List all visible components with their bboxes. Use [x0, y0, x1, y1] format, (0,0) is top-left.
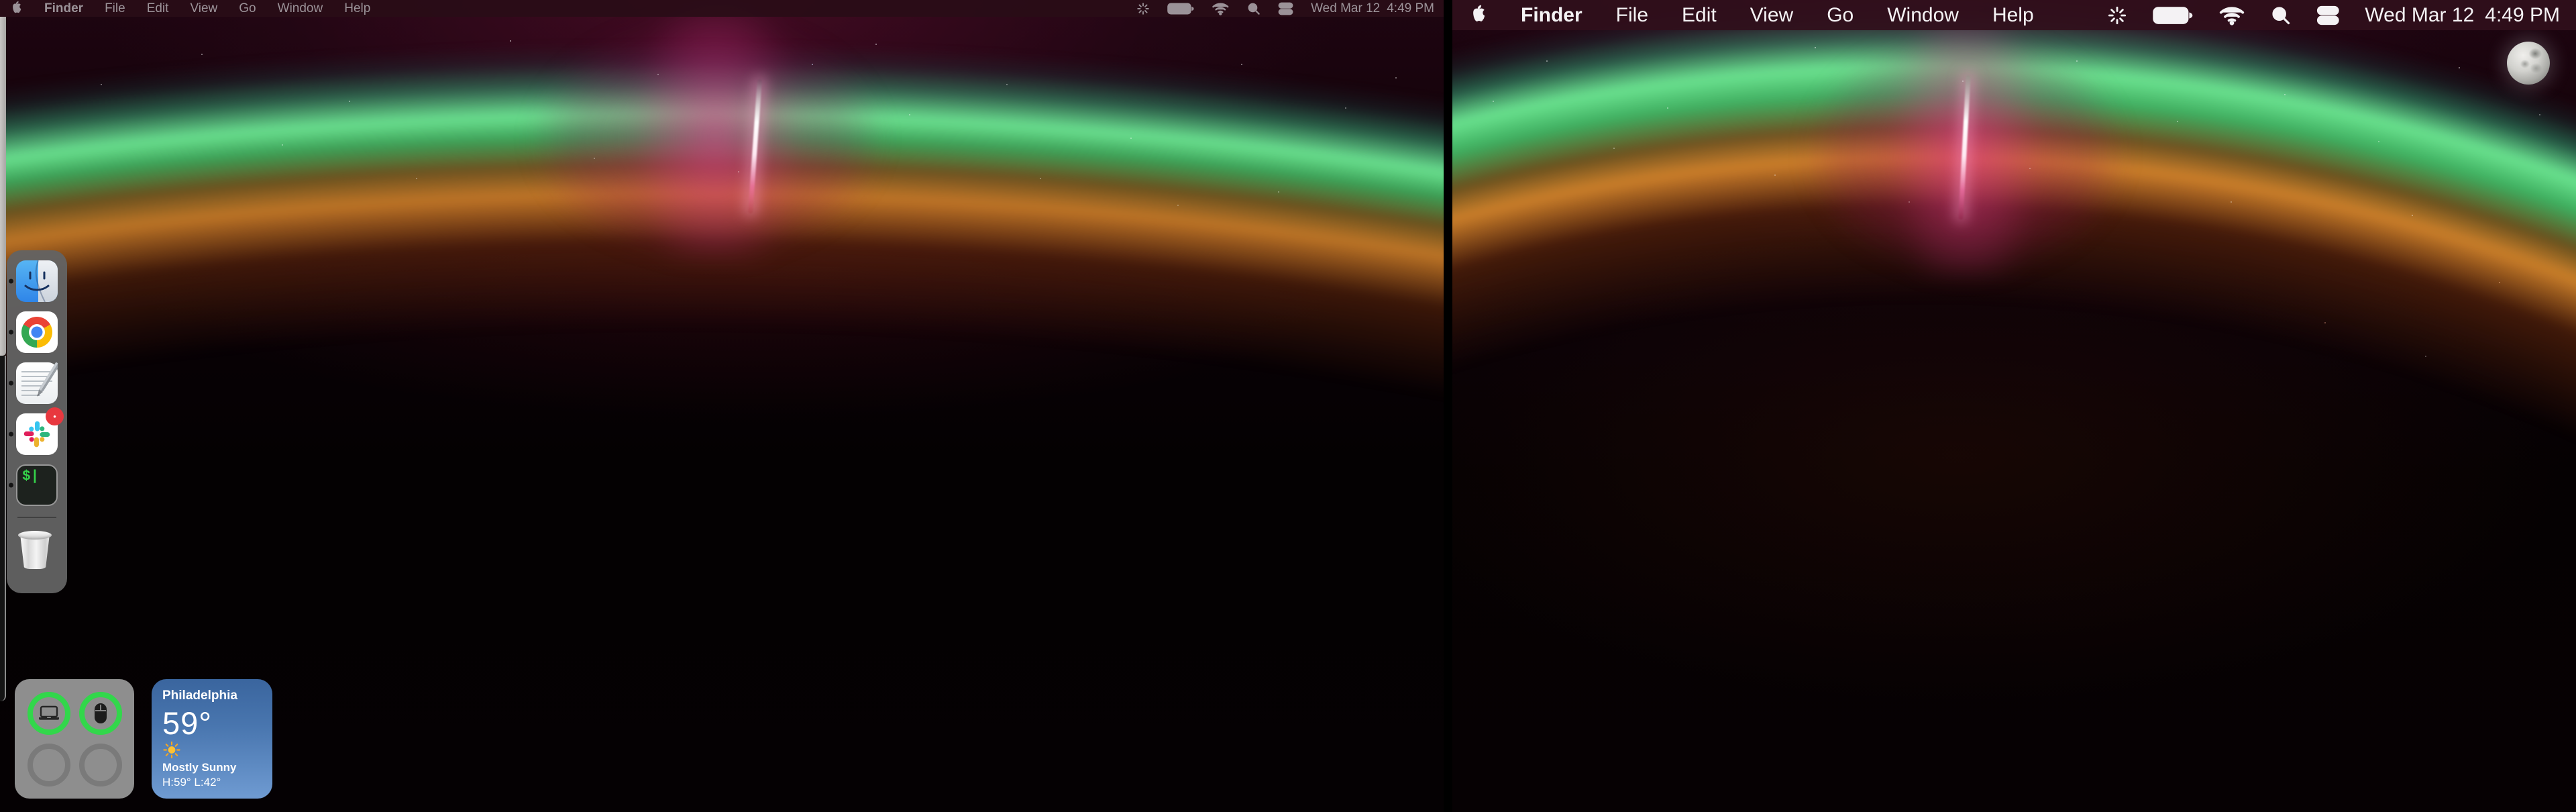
- menu-help[interactable]: Help: [1992, 4, 2034, 27]
- dock-separator: [17, 517, 56, 518]
- trash-icon: [16, 529, 54, 570]
- menu-file[interactable]: File: [1616, 4, 1648, 27]
- menu-bar-clock[interactable]: Wed Mar 12 4:49 PM: [1311, 1, 1434, 16]
- dock-item-trash[interactable]: [16, 529, 58, 570]
- batteries-widget[interactable]: [15, 679, 134, 799]
- clock-time: 4:49 PM: [2485, 4, 2560, 27]
- laptop-icon: [38, 705, 60, 721]
- menu-file[interactable]: File: [105, 1, 125, 16]
- terminal-prompt: $|: [22, 469, 39, 485]
- weather-condition: Mostly Sunny: [162, 761, 262, 774]
- menu-window[interactable]: Window: [1887, 4, 1959, 27]
- menu-edit[interactable]: Edit: [147, 1, 169, 16]
- chrome-icon: [16, 311, 58, 353]
- dock-item-slack[interactable]: •: [16, 413, 58, 455]
- dock-item-terminal[interactable]: $|: [16, 464, 58, 506]
- apple-menu-icon[interactable]: [9, 0, 23, 17]
- menu-view[interactable]: View: [190, 1, 217, 16]
- clock-date: Wed Mar 12: [2365, 4, 2474, 27]
- battery-ring-empty-1: [28, 744, 70, 786]
- display-left: Finder File Edit View Go Window Help: [0, 0, 1444, 812]
- wifi-icon[interactable]: [2218, 5, 2245, 26]
- dock-item-finder[interactable]: [16, 260, 58, 302]
- offscreen-window-sliver-dark[interactable]: [0, 356, 6, 701]
- wallpaper-aurora-pink-glow: [490, 9, 926, 258]
- weather-widget[interactable]: Philadelphia 59° Mostly Sunny H:59° L:42…: [152, 679, 272, 799]
- battery-charging-icon[interactable]: [1167, 2, 1194, 15]
- clock-date: Wed Mar 12: [1311, 1, 1380, 16]
- dock: • $|: [7, 250, 67, 593]
- dock-item-chrome[interactable]: [16, 311, 58, 353]
- menu-bar-left: Finder File Edit View Go Window Help: [0, 0, 1444, 17]
- wallpaper-moon: [2507, 42, 2550, 85]
- textedit-icon: [16, 362, 58, 404]
- weather-city: Philadelphia: [162, 689, 262, 703]
- weather-high-low: H:59° L:42°: [162, 776, 262, 789]
- menu-app-name[interactable]: Finder: [44, 1, 83, 16]
- menu-edit[interactable]: Edit: [1682, 4, 1717, 27]
- battery-charging-icon[interactable]: [2153, 5, 2193, 26]
- mouse-icon: [93, 703, 108, 724]
- menu-help[interactable]: Help: [344, 1, 370, 16]
- menu-go[interactable]: Go: [1827, 4, 1854, 27]
- finder-icon: [16, 260, 58, 302]
- control-center-icon[interactable]: [2316, 5, 2340, 26]
- menu-bar-right: Finder File Edit View Go Window Help: [1452, 0, 2576, 30]
- wifi-icon[interactable]: [1212, 2, 1230, 15]
- sun-icon: [162, 742, 181, 758]
- battery-ring-empty-2: [79, 744, 122, 786]
- clock-time: 4:49 PM: [1387, 1, 1434, 16]
- weather-temperature: 59°: [162, 705, 262, 742]
- slack-icon: •: [16, 413, 58, 455]
- menu-app-name[interactable]: Finder: [1521, 4, 1582, 27]
- offscreen-window-sliver-light[interactable]: [0, 17, 6, 356]
- slack-notification-badge: •: [46, 407, 64, 425]
- menu-view[interactable]: View: [1750, 4, 1793, 27]
- desktop-widgets: Philadelphia 59° Mostly Sunny H:59° L:42…: [15, 679, 272, 799]
- battery-ring-laptop: [28, 692, 70, 735]
- spotlight-search-icon[interactable]: [1247, 2, 1260, 15]
- dock-item-textedit[interactable]: [16, 362, 58, 404]
- battery-ring-mouse: [79, 692, 122, 735]
- gear-icon[interactable]: [2107, 5, 2127, 26]
- menu-window[interactable]: Window: [278, 1, 323, 16]
- spotlight-search-icon[interactable]: [2271, 5, 2291, 26]
- menu-bar-clock[interactable]: Wed Mar 12 4:49 PM: [2365, 4, 2560, 27]
- control-center-icon[interactable]: [1278, 2, 1293, 15]
- menu-go[interactable]: Go: [239, 1, 256, 16]
- terminal-icon: $|: [16, 464, 58, 506]
- apple-menu-icon[interactable]: [1468, 3, 1487, 28]
- gear-icon[interactable]: [1136, 2, 1150, 15]
- display-right: Finder File Edit View Go Window Help: [1452, 0, 2576, 812]
